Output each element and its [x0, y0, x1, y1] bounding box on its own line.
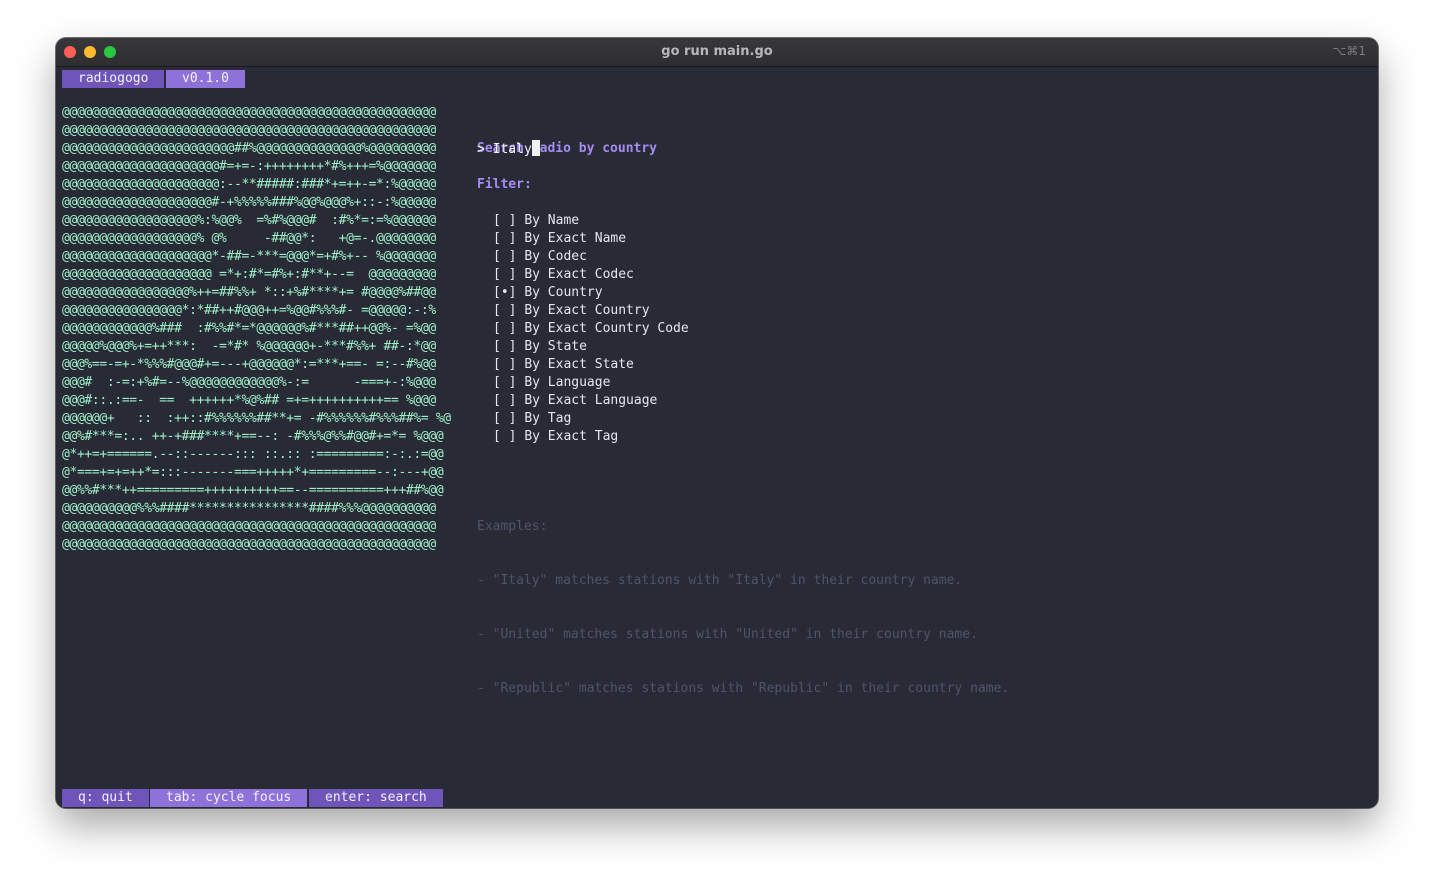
- filter-option[interactable]: [ ] By State: [493, 338, 689, 356]
- filter-checkbox[interactable]: [ ]: [493, 339, 516, 354]
- filter-option[interactable]: [ ] By Exact Tag: [493, 428, 689, 446]
- ascii-art-line: @@@@@%@@@%+=++***: -=*#* %@@@@@@+-***#%%…: [62, 339, 436, 354]
- ascii-art-line: @@@@@@@@@@@@@@@@@@@@@@@##%@@@@@@@@@@@@@@…: [62, 141, 436, 156]
- ascii-art-line: @@@@@@@@@@@@@@@@@%++=##%%+ *::+%#****+= …: [62, 285, 436, 300]
- search-input[interactable]: > Italy: [477, 140, 540, 159]
- filter-option-label: By Exact Country: [524, 303, 650, 318]
- ascii-art-line: @@@@@@+ :: :++::#%%%%%%##**+= -#%%%%%%#%…: [62, 411, 451, 426]
- filter-option[interactable]: [ ] By Exact Country: [493, 302, 689, 320]
- ascii-art-line: @@%%#***++=========++++++++++==--=======…: [62, 483, 444, 498]
- filter-checkbox[interactable]: [ ]: [493, 321, 516, 336]
- filter-option-label: By Name: [524, 213, 580, 228]
- filter-option-label: By Exact Tag: [524, 429, 619, 444]
- ascii-art-line: @@@@@@@@@@@@@@@@@@@@@@@@@@@@@@@@@@@@@@@@…: [62, 537, 436, 552]
- cycle-focus-hint: tab: cycle focus: [150, 789, 308, 807]
- search-hint: enter: search: [309, 789, 443, 807]
- filter-option-label: By Exact State: [524, 357, 634, 372]
- ascii-art-line: @*++=+======.--::------::: ::.:: :======…: [62, 447, 444, 462]
- app-name-badge: radiogogo: [62, 70, 165, 88]
- filter-checkbox[interactable]: [ ]: [493, 213, 516, 228]
- filter-option[interactable]: [ ] By Exact Codec: [493, 266, 689, 284]
- ascii-art-line: @@@@@@@@@@@@@@@@@@@@#-+%%%%%###%@@%@@@%+…: [62, 195, 436, 210]
- filter-option-label: By Exact Country Code: [524, 321, 689, 336]
- filter-checkbox[interactable]: [ ]: [493, 249, 516, 264]
- quit-hint: q: quit: [62, 789, 149, 807]
- filter-option[interactable]: [ ] By Codec: [493, 248, 689, 266]
- filter-option[interactable]: [ ] By Exact Name: [493, 230, 689, 248]
- window-title: go run main.go: [661, 44, 773, 59]
- filter-option-label: By Exact Language: [524, 393, 658, 408]
- filter-option[interactable]: [ ] By Language: [493, 374, 689, 392]
- ascii-art-line: @@@@@@@@@@@@%### :#%%#*=*@@@@@@%#***##++…: [62, 321, 436, 336]
- terminal-window: go run main.go ⌥⌘1 radiogogo v0.1.0 @@@@…: [56, 38, 1378, 808]
- ascii-art-line: @@%#***=:.. ++-+###****+==--: -#%%%@%%#@…: [62, 429, 444, 444]
- filter-option[interactable]: [ ] By Name: [493, 212, 689, 230]
- filter-checkbox[interactable]: [ ]: [493, 267, 516, 282]
- filter-checkbox[interactable]: [ ]: [493, 393, 516, 408]
- ascii-art-line: @@@@@@@@@@@@@@@@@@@@*-##=-***=@@@*=+#%+-…: [62, 249, 436, 264]
- filter-label: Filter:: [477, 177, 532, 192]
- filter-option[interactable]: [ ] By Tag: [493, 410, 689, 428]
- search-input-value: Italy: [492, 142, 532, 157]
- example-line: - "Italy" matches stations with "Italy" …: [477, 573, 963, 588]
- ascii-art-line: @@@@@@@@@@@@@@@@@@@@@#=+=-:++++++++*#%++…: [62, 159, 436, 174]
- text-cursor: [531, 140, 540, 156]
- filter-checkbox[interactable]: [ ]: [493, 231, 516, 246]
- filter-checkbox[interactable]: [ ]: [493, 429, 516, 444]
- filter-option-label: By Language: [524, 375, 611, 390]
- filter-option-label: By Exact Name: [524, 231, 627, 246]
- ascii-art-line: @@@@@@@@@@@@@@@@@@@@ =*+:#*=#%+:#**+--= …: [62, 267, 436, 282]
- filter-option[interactable]: [ ] By Exact Country Code: [493, 320, 689, 338]
- examples-section: Examples: - "Italy" matches stations wit…: [477, 482, 1009, 734]
- title-bar: go run main.go ⌥⌘1: [56, 38, 1378, 67]
- filter-option-label: By Codec: [524, 249, 587, 264]
- search-panel: Search radio by country > Italy Filter: …: [477, 104, 1009, 696]
- filter-checkbox[interactable]: [ ]: [493, 357, 516, 372]
- ascii-art-line: @@@@@@@@@@@@@@@@@@@@@:--**#####:###*+=++…: [62, 177, 436, 192]
- ascii-art-line: @@@@@@@@@@@@@@@@@@@@@@@@@@@@@@@@@@@@@@@@…: [62, 123, 436, 138]
- filter-option-label: By Exact Codec: [524, 267, 634, 282]
- ascii-art-line: @@@#::.:==- == ++++++*%@%## =+=+++++++++…: [62, 393, 436, 408]
- ascii-art-line: @@@# :-=:+%#=--%@@@@@@@@@@@@%-:= -===+-:…: [62, 375, 436, 390]
- filter-option-label: By Tag: [524, 411, 572, 426]
- filter-checkbox[interactable]: [ ]: [493, 375, 516, 390]
- ascii-art-line: @@@@@@@@@@@@@@@@@@@@@@@@@@@@@@@@@@@@@@@@…: [62, 519, 436, 534]
- example-line: - "United" matches stations with "United…: [477, 627, 978, 642]
- filter-option[interactable]: [•] By Country: [493, 284, 689, 302]
- ascii-art-line: @@@@@@@@@@%%%####****************####%%%…: [62, 501, 436, 516]
- filter-checkbox[interactable]: [ ]: [493, 411, 516, 426]
- ascii-art-logo: @@@@@@@@@@@@@@@@@@@@@@@@@@@@@@@@@@@@@@@@…: [62, 104, 451, 554]
- filter-options-list: [ ] By Name[ ] By Exact Name[ ] By Codec…: [493, 212, 689, 446]
- prompt-symbol: >: [477, 142, 493, 157]
- window-shortcut: ⌥⌘1: [1332, 44, 1366, 58]
- filter-checkbox[interactable]: [•]: [493, 285, 516, 300]
- ascii-art-line: @@@@@@@@@@@@@@@@@@@@@@@@@@@@@@@@@@@@@@@@…: [62, 105, 436, 120]
- filter-option[interactable]: [ ] By Exact State: [493, 356, 689, 374]
- ascii-art-line: @@@@@@@@@@@@@@@@@@%:%@@% =%#%@@@# :#%*=:…: [62, 213, 436, 228]
- ascii-art-line: @@@@@@@@@@@@@@@@@@% @% -##@@*: +@=-.@@@@…: [62, 231, 436, 246]
- filter-option-label: By State: [524, 339, 587, 354]
- example-line: - "Republic" matches stations with "Repu…: [477, 681, 1010, 696]
- filter-checkbox[interactable]: [ ]: [493, 303, 516, 318]
- filter-option-label: By Country: [524, 285, 603, 300]
- filter-option[interactable]: [ ] By Exact Language: [493, 392, 689, 410]
- ascii-art-line: @@@%==-=+-*%%%#@@@#+=---+@@@@@@*:=***+==…: [62, 357, 436, 372]
- ascii-art-line: @*===+=+=++*=:::-------===+++++*+=======…: [62, 465, 444, 480]
- examples-title: Examples:: [477, 519, 548, 534]
- ascii-art-line: @@@@@@@@@@@@@@@@*:*##++#@@@++=%@@#%%%#- …: [62, 303, 436, 318]
- version-badge: v0.1.0: [166, 70, 245, 88]
